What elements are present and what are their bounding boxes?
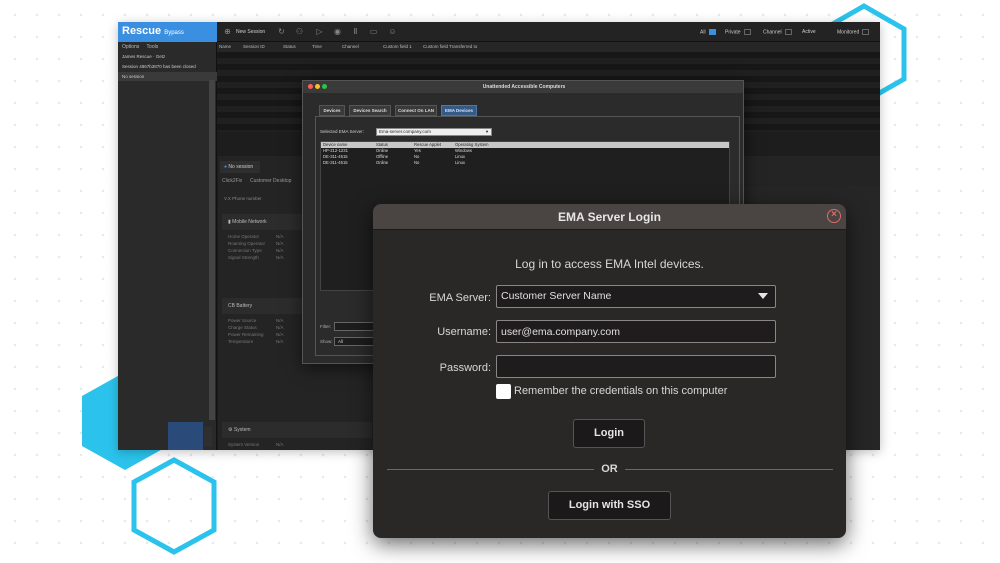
mobile-network-fields: Home Operator N/A Roaming Operator N/A C… (228, 234, 284, 260)
username-label: Username: (437, 326, 491, 338)
dialog-title-bar: Unattended Accessible Computers (303, 81, 743, 93)
sidebar-collapse-toggle[interactable] (204, 427, 212, 447)
col-device-status[interactable]: Status (376, 142, 388, 147)
gear-icon: ⚙ (228, 427, 233, 433)
filter-label: Filter: (320, 324, 332, 329)
play-icon[interactable]: ▷ (315, 27, 324, 36)
mobile-network-header[interactable]: ▮ Mobile Network (222, 214, 312, 230)
window-minimize-dot[interactable] (315, 84, 320, 89)
ema-server-label: EMA Server: (429, 292, 491, 304)
sidebar-session-item[interactable]: James Rescue · Getz (118, 52, 217, 61)
tab-connect-on-lan[interactable]: Connect On LAN (395, 105, 437, 116)
login-subtitle: Log in to access EMA Intel devices. (515, 257, 704, 271)
system-fields: System Version N/A (228, 442, 284, 447)
login-title: EMA Server Login (558, 210, 661, 224)
chevron-down-icon (758, 293, 768, 299)
screen-icon[interactable]: ▭ (369, 27, 378, 36)
menu-tools[interactable]: Tools (147, 44, 159, 50)
divider-right (625, 469, 833, 470)
sidebar-panel-block (168, 422, 203, 450)
password-label: Password: (439, 362, 491, 374)
user-icon[interactable]: ☺ (388, 27, 397, 36)
phone-number-line: V.X Phone number (224, 196, 262, 201)
tab-click2fix[interactable]: Click2Fix (222, 178, 242, 184)
tab-devices-search[interactable]: Devices Search (349, 105, 391, 116)
pause-icon[interactable]: Ⅱ (351, 27, 360, 36)
tab-customer-desktop[interactable]: Customer Desktop (250, 178, 291, 184)
login-button[interactable]: Login (573, 419, 645, 448)
col-custom-field-1[interactable]: Custom field 1 (383, 44, 412, 49)
refresh-icon[interactable]: ↻ (277, 27, 286, 36)
ema-server-select[interactable]: Ema-server.company.com ▼ (376, 128, 492, 136)
col-name[interactable]: Name (219, 44, 231, 49)
col-operating-system[interactable]: Operating System (455, 142, 489, 147)
chevron-down-icon: ▼ (485, 129, 489, 134)
filter-active[interactable]: Active (802, 29, 816, 35)
filter-monitored[interactable]: Monitored (837, 29, 870, 35)
username-input[interactable] (496, 320, 776, 343)
close-icon[interactable]: × (827, 209, 841, 223)
remember-credentials-checkbox[interactable] (496, 384, 511, 399)
system-header[interactable]: ⚙ System (222, 422, 372, 438)
col-status[interactable]: Status (283, 44, 296, 49)
password-input[interactable] (496, 355, 776, 378)
rescue-logo: Rescue Bypass (118, 22, 217, 42)
col-channel[interactable]: Channel (342, 44, 359, 49)
login-title-bar: EMA Server Login × (373, 204, 846, 230)
login-with-sso-button[interactable]: Login with SSO (548, 491, 671, 520)
col-rescue-applet[interactable]: Rescue Applet (414, 142, 441, 147)
col-time[interactable]: Time (312, 44, 322, 49)
window-close-dot[interactable] (308, 84, 313, 89)
tab-devices[interactable]: Devices (319, 105, 345, 116)
show-label: Show: (320, 339, 333, 344)
or-separator: OR (601, 463, 618, 475)
battery-fields: Power Source N/A Charge Status N/A Power… (228, 318, 284, 344)
new-session-button[interactable]: New Session (236, 29, 265, 35)
filter-channel[interactable]: Channel (763, 29, 792, 35)
table-row[interactable]: DE-311-4515 Online No Linux (321, 160, 729, 166)
tab-no-session[interactable]: ● No session (220, 161, 260, 173)
console-toolbar: ⊕ New Session ↻ ⚇ ▷ ◉ Ⅱ ▭ ☺ All Private … (217, 22, 880, 42)
ema-server-dropdown[interactable]: Customer Server Name (496, 285, 776, 308)
session-icon: ● (224, 164, 228, 170)
filter-private[interactable]: Private (725, 29, 751, 35)
session-sidebar: Rescue Bypass Options Tools James Rescue… (118, 22, 217, 450)
col-custom-field-transferred[interactable]: Custom field Transferred to (423, 44, 477, 49)
new-session-icon[interactable]: ⊕ (223, 27, 232, 36)
sidebar-scrollbar[interactable] (209, 80, 215, 420)
binoculars-icon[interactable]: ⚇ (295, 27, 304, 36)
tab-ema-devices[interactable]: EMA Devices (441, 105, 477, 116)
battery-header[interactable]: CB Battery (222, 298, 312, 314)
signal-icon: ▮ (228, 219, 231, 225)
menu-options[interactable]: Options (122, 44, 139, 50)
sidebar-no-session[interactable]: No session (118, 72, 217, 81)
record-icon[interactable]: ◉ (333, 27, 342, 36)
hexagon-outline-bottom-left (131, 457, 217, 555)
filter-all[interactable]: All (700, 29, 716, 35)
col-session-id[interactable]: Session ID (243, 44, 265, 49)
sidebar-closed-message: Session 4867b3870 has been closed (122, 64, 196, 69)
divider-left (387, 469, 594, 470)
window-maximize-dot[interactable] (322, 84, 327, 89)
selected-ema-server-label: Selected EMA Server: (320, 129, 365, 134)
sidebar-menu: Options Tools (118, 42, 217, 52)
remember-credentials-label: Remember the credentials on this compute… (514, 385, 728, 397)
col-device-name[interactable]: Device name (323, 142, 347, 147)
ema-server-login-dialog: EMA Server Login × Log in to access EMA … (373, 204, 846, 538)
session-table-header: Name Session ID Status Time Channel Cust… (217, 42, 880, 52)
